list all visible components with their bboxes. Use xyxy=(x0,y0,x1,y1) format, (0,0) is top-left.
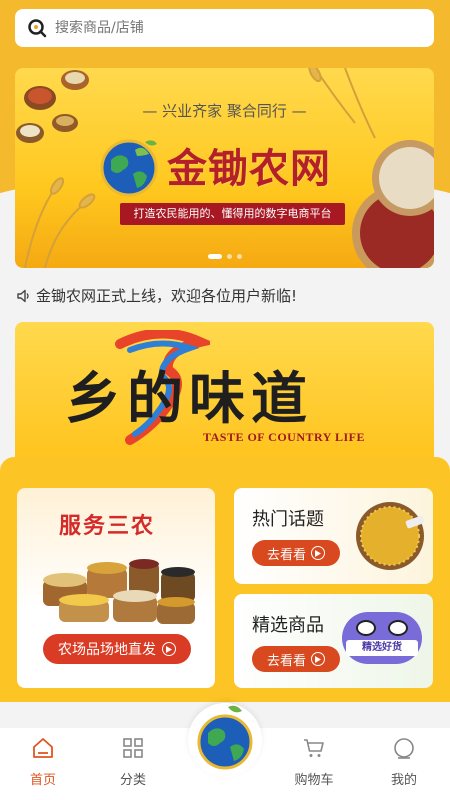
farm-direct-label: 农场品场地直发 xyxy=(58,642,156,658)
tab-mine[interactable]: 我的 xyxy=(369,736,439,788)
carousel-dot[interactable] xyxy=(208,254,222,259)
tab-cart-label: 购物车 xyxy=(294,773,334,788)
millet-bowl-illustration xyxy=(356,502,425,570)
announcement-bar[interactable]: 金锄农网正式上线，欢迎各位用户新临! xyxy=(16,285,297,306)
badge-label: 精选好货 xyxy=(346,640,418,656)
tab-category[interactable]: 分类 xyxy=(98,736,168,788)
selected-goods-title: 精选商品 xyxy=(252,615,324,636)
carousel-dot[interactable] xyxy=(237,254,242,259)
grid-icon xyxy=(123,738,143,758)
taste-title: 乡的味道 xyxy=(65,366,313,432)
brand-name: 金锄农网 xyxy=(167,145,331,192)
tab-category-label: 分类 xyxy=(119,773,146,788)
tab-mine-label: 我的 xyxy=(390,773,417,788)
tab-cart[interactable]: 购物车 xyxy=(279,736,349,788)
selected-goods-button-label: 去看看 xyxy=(266,653,306,669)
carousel-dot[interactable] xyxy=(227,254,232,259)
grain-baskets-illustration xyxy=(43,559,195,624)
speaker-icon xyxy=(17,289,29,302)
banner-slogan: — 兴业齐家 聚合同行 — xyxy=(142,102,307,120)
arrow-right-icon xyxy=(162,642,176,656)
promo-banner[interactable]: — 兴业齐家 聚合同行 — 金锄农网 打造农民能用的、懂得用的数字电商平台 xyxy=(15,68,434,268)
badge-eyes xyxy=(356,620,408,636)
eye-icon xyxy=(388,620,408,636)
center-logo-button[interactable] xyxy=(188,703,262,777)
selected-goods-button[interactable]: 去看看 xyxy=(252,646,340,672)
globe-icon xyxy=(197,705,253,770)
home-icon xyxy=(33,738,53,758)
hot-topics-button[interactable]: 去看看 xyxy=(252,540,340,566)
eye-icon xyxy=(356,620,376,636)
search-icon xyxy=(28,19,47,38)
service-title: 服务三农 xyxy=(59,514,156,539)
announcement-text: 金锄农网正式上线，欢迎各位用户新临! xyxy=(36,287,298,305)
taste-banner[interactable]: 乡的味道 TASTE OF COUNTRY LIFE xyxy=(15,322,434,472)
banner-tagline: 打造农民能用的、懂得用的数字电商平台 xyxy=(120,203,345,225)
taste-subtitle: TASTE OF COUNTRY LIFE xyxy=(203,430,365,444)
hot-topics-title: 热门话题 xyxy=(252,509,324,530)
hot-topics-button-label: 去看看 xyxy=(266,547,306,563)
tab-home[interactable]: 首页 xyxy=(8,736,78,788)
brand-logo: 金锄农网 xyxy=(97,128,347,202)
arrow-right-icon xyxy=(311,652,325,666)
goods-badge: 精选好货 xyxy=(342,612,422,664)
search-bar[interactable] xyxy=(15,9,434,47)
selected-goods-card[interactable]: 精选商品 去看看 精选好货 xyxy=(234,594,433,688)
arrow-right-icon xyxy=(311,546,325,560)
carousel-indicator xyxy=(208,254,242,259)
search-input[interactable] xyxy=(55,20,395,36)
globe-icon xyxy=(100,139,158,197)
user-icon xyxy=(394,738,414,759)
cart-icon xyxy=(304,739,324,757)
hot-topics-card[interactable]: 热门话题 去看看 xyxy=(234,488,433,584)
tab-home-label: 首页 xyxy=(29,773,56,788)
service-card[interactable]: 服务三农 农场品场地直发 xyxy=(17,488,215,688)
farm-direct-button[interactable]: 农场品场地直发 xyxy=(43,634,191,664)
